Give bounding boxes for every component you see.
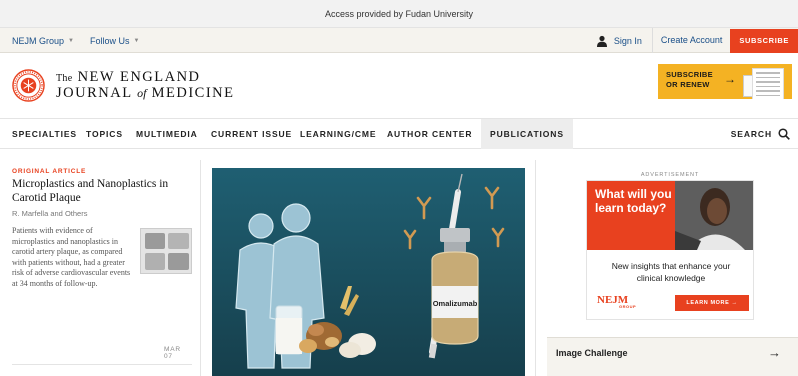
logo-the: The: [56, 73, 73, 84]
divider: [12, 364, 192, 365]
ad-banner[interactable]: What will you learn today? New insights …: [586, 180, 754, 320]
article-title[interactable]: Microplastics and Nanoplastics in Caroti…: [12, 178, 192, 205]
subscribe-button[interactable]: SUBSCRIBE: [730, 29, 798, 53]
advertisement-label: ADVERTISEMENT: [640, 172, 700, 178]
user-icon: [596, 35, 607, 47]
article-thumbnail[interactable]: [140, 228, 192, 274]
ad-headline: What will you learn today?: [595, 187, 672, 215]
nejm-group-label: NEJM Group: [12, 35, 65, 46]
nav-author-center[interactable]: AUTHOR CENTER: [387, 119, 472, 149]
site-header: The NEW ENGLAND JOURNAL of MEDICINE SUBS…: [0, 54, 798, 119]
article-authors: R. Marfella and Others: [12, 209, 88, 218]
hero-illustration[interactable]: Omalizumab: [212, 168, 525, 376]
chevron-down-icon: ▼: [133, 37, 140, 44]
featured-article[interactable]: ORIGINAL ARTICLE Microplastics and Nanop…: [12, 168, 192, 360]
utility-left: NEJM Group ▼ Follow Us ▼: [12, 28, 155, 53]
logo-medicine: MEDICINE: [151, 85, 235, 101]
divider: [535, 160, 536, 376]
follow-us-label: Follow Us: [89, 35, 130, 46]
search-icon: [778, 128, 790, 140]
nejm-seal-logo[interactable]: [12, 69, 45, 102]
nejm-group-logo: NEJM GROUP: [597, 294, 636, 309]
article-date: MAR 07: [164, 346, 181, 360]
ad-logo-subtext: GROUP: [619, 304, 637, 309]
access-banner: Access provided by Fudan University: [0, 0, 798, 28]
create-account-link[interactable]: Create Account: [651, 28, 731, 53]
nav-current-issue[interactable]: CURRENT ISSUE: [211, 119, 292, 149]
sign-in-label: Sign In: [613, 35, 642, 46]
follow-us-menu[interactable]: Follow Us ▼: [90, 36, 139, 46]
vial-label: Omalizumab: [433, 299, 478, 308]
promo-line2: OR RENEW: [666, 80, 710, 89]
ad-subtext: New insights that enhance your clinical …: [611, 261, 731, 283]
hero-artwork: Omalizumab: [212, 168, 525, 376]
promo-line1: SUBSCRIBE: [666, 70, 713, 79]
utility-right: Sign In Create Account SUBSCRIBE: [586, 28, 798, 53]
image-challenge-link[interactable]: Image Challenge →: [547, 337, 798, 376]
nejm-group-menu[interactable]: NEJM Group ▼: [12, 36, 74, 46]
logo-of: of: [137, 86, 147, 100]
nav-topics[interactable]: TOPICS: [86, 119, 123, 149]
logo-line1: NEW ENGLAND: [77, 69, 201, 85]
search-label: SEARCH: [730, 129, 772, 139]
image-challenge-label: Image Challenge: [556, 348, 628, 358]
nav-multimedia[interactable]: MULTIMEDIA: [136, 119, 198, 149]
promo-text: SUBSCRIBE OR RENEW: [666, 70, 713, 90]
article-summary-block: Patients with evidence of microplastics …: [12, 226, 192, 289]
arrow-right-icon: →: [768, 345, 781, 360]
article-type-label: ORIGINAL ARTICLE: [12, 168, 87, 175]
arrow-right-icon: →: [724, 72, 736, 86]
nav-specialties[interactable]: SPECIALTIES: [12, 119, 77, 149]
ad-photo: [675, 181, 753, 250]
access-text: Access provided by Fudan University: [324, 9, 474, 19]
nav-learning-cme[interactable]: LEARNING/CME: [300, 119, 376, 149]
journal-wordmark[interactable]: The NEW ENGLAND JOURNAL of MEDICINE: [56, 70, 235, 101]
divider: [200, 160, 201, 376]
journal-page-image: [752, 68, 784, 99]
subscribe-renew-promo[interactable]: SUBSCRIBE OR RENEW →: [658, 64, 792, 99]
search-button[interactable]: SEARCH: [731, 119, 790, 149]
main-nav: SPECIALTIES TOPICS MULTIMEDIA CURRENT IS…: [0, 119, 798, 149]
utility-bar: NEJM Group ▼ Follow Us ▼ Sign In Create …: [0, 28, 798, 53]
logo-journal: JOURNAL: [56, 85, 133, 101]
learn-more-button[interactable]: LEARN MORE →: [675, 295, 749, 311]
article-summary: Patients with evidence of microplastics …: [12, 226, 131, 288]
nav-publications[interactable]: PUBLICATIONS: [481, 119, 573, 149]
sign-in-link[interactable]: Sign In: [586, 35, 652, 47]
chevron-down-icon: ▼: [68, 37, 74, 44]
